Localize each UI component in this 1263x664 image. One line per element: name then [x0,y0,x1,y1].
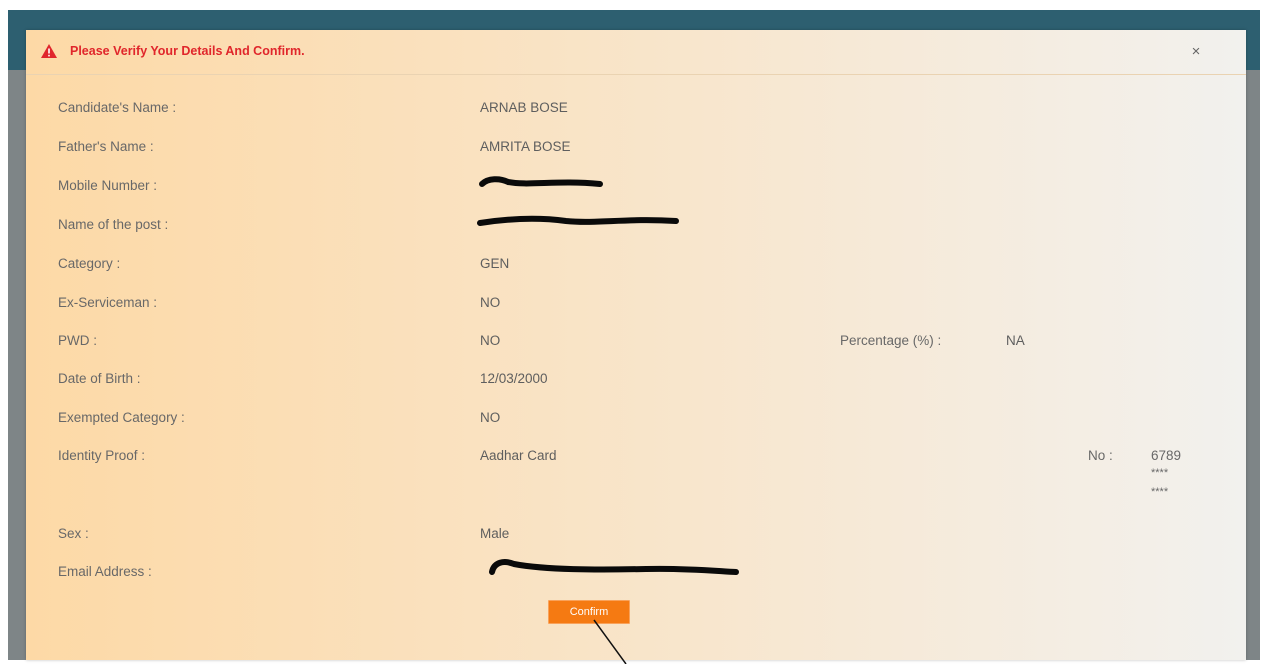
post-name-label: Name of the post : [58,217,169,232]
confirm-button[interactable]: Confirm [548,600,630,624]
candidate-name-label: Candidate's Name : [58,100,177,115]
category-label: Category : [58,256,121,271]
email-address-label: Email Address : [58,564,152,579]
identity-proof-label: Identity Proof : [58,448,146,463]
father-name-value: AMRITA BOSE [480,139,571,154]
identity-proof-value: Aadhar Card [480,448,557,463]
date-of-birth-value: 12/03/2000 [480,371,548,386]
exempted-category-label: Exempted Category : [58,410,185,425]
verify-details-dialog: Please Verify Your Details And Confirm. … [26,30,1246,660]
identity-number-line-1: 6789 [1151,448,1182,463]
candidate-name-value: ARNAB BOSE [480,100,568,115]
ex-serviceman-label: Ex-Serviceman : [58,295,158,310]
sex-value: Male [480,526,510,541]
dialog-title: Please Verify Your Details And Confirm. [70,44,305,58]
date-of-birth-label: Date of Birth : [58,371,141,386]
pwd-percentage-label: Percentage (%) : [840,333,942,348]
sex-label: Sex : [58,526,89,541]
email-address-redaction [489,559,739,575]
dialog-header: Please Verify Your Details And Confirm. … [26,30,1246,74]
mobile-number-label: Mobile Number : [58,178,158,193]
pwd-value: NO [480,333,501,348]
post-name-redaction [477,215,679,226]
page-top-border [0,0,1263,10]
ex-serviceman-value: NO [480,295,501,310]
father-name-label: Father's Name : [58,139,154,154]
close-icon[interactable]: × [1188,44,1204,60]
warning-triangle-icon [41,44,57,58]
identity-number-label: No : [1088,448,1113,463]
pwd-percentage-value: NA [1006,333,1025,348]
mobile-number-redaction [479,176,603,187]
identity-number-line-2: **** [1151,467,1169,479]
identity-number-line-3: **** [1151,486,1169,498]
header-divider [26,74,1246,75]
category-value: GEN [480,256,510,271]
exempted-category-value: NO [480,410,501,425]
pwd-label: PWD : [58,333,97,348]
